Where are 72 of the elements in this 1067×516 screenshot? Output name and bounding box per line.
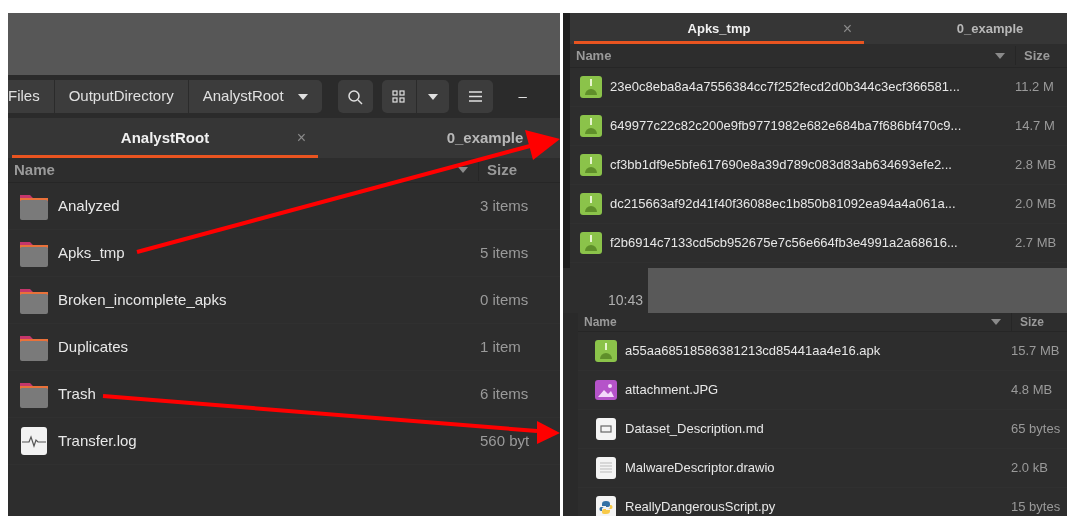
file-name[interactable]: Broken_incomplete_apks (58, 288, 227, 312)
python-file-icon (595, 496, 617, 516)
file-size: 15.7 MB (1011, 342, 1061, 361)
file-name[interactable]: Trash (58, 382, 96, 406)
file-name[interactable]: 649977c22c82c200e9fb9771982e682e684ba7f686bf470c9... (610, 116, 962, 136)
file-size: 65 bytes (1011, 420, 1062, 439)
tab-label: 0_example (956, 19, 1024, 38)
sort-caret-icon (995, 52, 1005, 59)
file-size: 2.8 MB (1015, 156, 1058, 175)
close-tab-button[interactable]: × (842, 16, 852, 41)
path-button[interactable]: OutputDirectory (53, 80, 188, 113)
android-package-icon (580, 76, 602, 98)
activity-log-icon (18, 425, 50, 457)
search-button[interactable] (337, 80, 373, 113)
minimize-button[interactable]: – (518, 85, 527, 108)
column-header[interactable]: Name (8, 158, 458, 182)
file-size: 2.0 kB (1011, 459, 1049, 478)
text-file-icon (595, 457, 617, 479)
column-header[interactable]: Size (1011, 313, 1067, 331)
file-size: 5 items (480, 242, 530, 263)
path-button[interactable]: Files (8, 80, 54, 113)
clock: 10:43 (607, 291, 643, 310)
file-name[interactable]: 23e0c8eba8a4a7556384cc7f252fecd2d0b344c3ecf366581... (610, 77, 960, 97)
tab[interactable]: 0_example (322, 118, 560, 158)
android-package-icon (580, 193, 602, 215)
column-header[interactable]: Name (570, 45, 995, 66)
file-size: 0 items (480, 289, 530, 310)
file-name[interactable]: ReallyDangerousScript.py (625, 497, 776, 516)
file-size: 1 item (480, 336, 522, 357)
file-size: 15 bytes (1011, 498, 1062, 516)
column-header[interactable]: Name (578, 313, 991, 331)
file-size: 2.0 MB (1015, 195, 1058, 214)
close-tab-button[interactable]: × (296, 126, 306, 150)
file-name[interactable]: Analyzed (58, 194, 120, 218)
file-name[interactable]: a55aa68518586381213cd85441aa4e16.apk (625, 341, 881, 361)
file-name[interactable]: cf3bb1df9e5bfe617690e8a39d789c083d83ab634693efe2... (610, 155, 952, 175)
markdown-file-icon (595, 418, 617, 440)
file-size: 560 byt (480, 430, 531, 451)
file-size: 6 items (480, 383, 530, 404)
file-name[interactable]: attachment.JPG (625, 380, 719, 400)
column-header[interactable]: Size (1015, 45, 1067, 66)
tab-label: AnalystRoot (120, 127, 210, 148)
grid-icon (392, 90, 406, 103)
file-size: 11.2 M (1015, 78, 1055, 97)
menu-button[interactable] (457, 80, 493, 113)
file-name[interactable]: Dataset_Description.md (625, 419, 764, 439)
android-package-icon (580, 154, 602, 176)
tab-label: 0_example (446, 127, 524, 148)
android-package-icon (580, 115, 602, 137)
tab[interactable]: AnalystRoot × (8, 118, 322, 158)
path-button[interactable]: AnalystRoot (187, 80, 322, 113)
tab[interactable]: Apks_tmp × (570, 13, 868, 44)
file-name[interactable]: Transfer.log (58, 429, 137, 453)
image-icon (595, 379, 617, 401)
menu-icon (468, 91, 482, 102)
file-name[interactable]: Apks_tmp (58, 241, 125, 265)
file-name[interactable]: f2b6914c7133cd5cb952675e7c56e664fb3e4991a2a68616... (610, 233, 958, 253)
file-name[interactable]: Duplicates (58, 335, 129, 359)
file-size: 4.8 MB (1011, 381, 1054, 400)
sort-caret-icon (458, 167, 468, 173)
file-name[interactable]: MalwareDescriptor.drawio (625, 458, 775, 478)
android-package-icon (580, 232, 602, 254)
tab[interactable]: 0_example (868, 13, 1067, 44)
file-name[interactable]: dc215663af92d41f40f36088ec1b850b81092ea94a4a061a... (610, 194, 956, 214)
sort-caret-icon (991, 319, 1001, 325)
file-size: 2.7 MB (1015, 234, 1058, 253)
tab-label: Apks_tmp (687, 19, 751, 38)
file-size: 14.7 M (1015, 117, 1056, 136)
file-size: 3 items (480, 195, 530, 216)
search-icon (347, 88, 364, 105)
dropdown-caret-icon (427, 93, 438, 100)
android-package-icon (595, 340, 617, 362)
